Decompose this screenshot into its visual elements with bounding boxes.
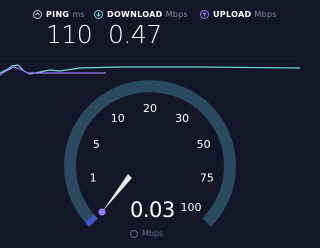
gauge-tick-label: 10 <box>111 112 125 125</box>
gauge-unit-row: Mbps <box>130 229 163 238</box>
gauge-tick-label: 1 <box>90 171 97 184</box>
gauge-tick-label: 50 <box>197 138 211 151</box>
gauge-tick-label: 100 <box>181 201 202 214</box>
current-speed-value: 0.03 <box>130 198 175 222</box>
gauge-needle-base <box>98 208 106 216</box>
gauge-needle <box>102 174 132 212</box>
gauge-progress-arc <box>85 214 98 227</box>
gauge-tick-label: 30 <box>175 112 189 125</box>
download-small-icon <box>130 229 138 238</box>
gauge-tick-label: 20 <box>143 102 157 115</box>
gauge-tick-label: 5 <box>93 138 100 151</box>
gauge-tick-label: 75 <box>200 171 214 184</box>
gauge-unit: Mbps <box>142 229 164 238</box>
